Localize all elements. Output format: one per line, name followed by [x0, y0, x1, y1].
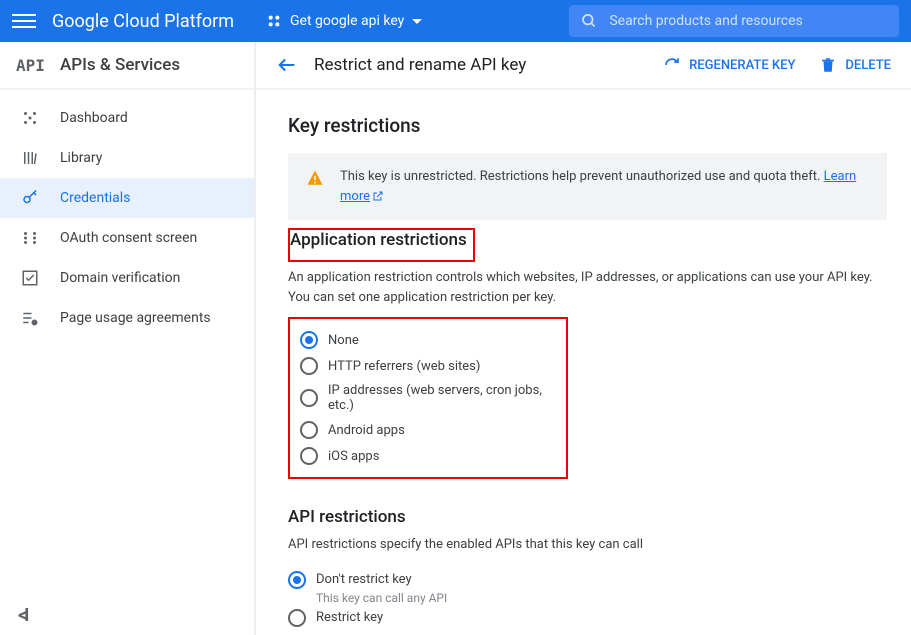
page-title: Restrict and rename API key [314, 55, 647, 75]
regenerate-label: REGENERATE KEY [689, 58, 795, 73]
trash-icon [819, 56, 837, 74]
radio-dont-restrict[interactable]: Don't restrict key [288, 567, 887, 593]
radio-label: None [328, 333, 359, 348]
consent-icon [20, 228, 40, 248]
warning-text: This key is unrestricted. Restrictions h… [340, 167, 869, 206]
radio-icon [300, 331, 318, 349]
radio-ios[interactable]: iOS apps [300, 443, 556, 469]
project-dots-icon [266, 13, 282, 29]
app-restrictions-radio-group: None HTTP referrers (web sites) IP addre… [300, 327, 556, 469]
main: Restrict and rename API key REGENERATE K… [256, 42, 911, 635]
search-input[interactable] [609, 13, 887, 29]
radio-android[interactable]: Android apps [300, 417, 556, 443]
radio-label: IP addresses (web servers, cron jobs, et… [328, 383, 556, 413]
sidebar-item-usage[interactable]: Page usage agreements [0, 298, 254, 338]
radio-sublabel: This key can call any API [316, 591, 887, 605]
sidebar-item-credentials[interactable]: Credentials [0, 178, 254, 218]
api-logo-icon: API [16, 56, 44, 75]
regenerate-button[interactable]: REGENERATE KEY [663, 56, 795, 74]
agreement-icon [20, 308, 40, 328]
sidebar-nav: Dashboard Library Credentials OAuth cons… [0, 90, 254, 595]
sidebar-item-library[interactable]: Library [0, 138, 254, 178]
radio-label: Android apps [328, 423, 405, 438]
collapse-sidebar-icon[interactable]: <I [18, 605, 26, 626]
search-icon [581, 12, 597, 30]
sidebar-item-oauth[interactable]: OAuth consent screen [0, 218, 254, 258]
sidebar-item-domain[interactable]: Domain verification [0, 258, 254, 298]
radio-icon [300, 447, 318, 465]
radio-icon [288, 609, 306, 627]
topbar: Google Cloud Platform Get google api key [0, 0, 911, 42]
sidebar: API APIs & Services Dashboard Library Cr… [0, 42, 256, 635]
nav-label: OAuth consent screen [60, 230, 197, 246]
nav-label: Credentials [60, 190, 130, 206]
dashboard-icon [20, 108, 40, 128]
sidebar-footer: <I [0, 595, 254, 635]
nav-label: Dashboard [60, 110, 128, 126]
check-box-icon [20, 268, 40, 288]
external-link-icon [372, 190, 384, 202]
radio-icon [300, 421, 318, 439]
sidebar-title: APIs & Services [60, 55, 180, 75]
radio-label: Restrict key [316, 610, 383, 625]
radio-icon [300, 357, 318, 375]
api-restrictions-radio-group: Don't restrict key This key can call any… [288, 567, 887, 631]
app-restrictions-heading: Application restrictions [290, 230, 467, 250]
nav-label: Page usage agreements [60, 310, 211, 326]
app-restrictions-highlight: Application restrictions [288, 228, 475, 262]
api-restrictions-heading: API restrictions [288, 507, 406, 527]
delete-button[interactable]: DELETE [819, 56, 891, 74]
radio-http-referrers[interactable]: HTTP referrers (web sites) [300, 353, 556, 379]
key-icon [20, 188, 40, 208]
radio-icon [300, 389, 318, 407]
refresh-icon [663, 56, 681, 74]
page-header: Restrict and rename API key REGENERATE K… [256, 42, 911, 90]
app-restrictions-desc: An application restriction controls whic… [288, 268, 887, 307]
radio-ip-addresses[interactable]: IP addresses (web servers, cron jobs, et… [300, 379, 556, 417]
delete-label: DELETE [845, 58, 891, 73]
hamburger-menu-icon[interactable] [12, 9, 36, 33]
content: Key restrictions This key is unrestricte… [256, 90, 911, 635]
api-restrictions-desc: API restrictions specify the enabled API… [288, 535, 887, 555]
radio-icon [288, 571, 306, 589]
search-box[interactable] [569, 5, 899, 37]
radio-label: Don't restrict key [316, 572, 412, 587]
nav-label: Library [60, 150, 102, 166]
radio-none[interactable]: None [300, 327, 556, 353]
sidebar-header: API APIs & Services [0, 42, 254, 90]
radio-label: iOS apps [328, 449, 379, 464]
radio-restrict[interactable]: Restrict key [288, 605, 887, 631]
back-arrow-icon[interactable] [276, 54, 298, 76]
app-options-highlight: None HTTP referrers (web sites) IP addre… [288, 317, 568, 479]
project-name: Get google api key [290, 13, 404, 29]
key-restrictions-heading: Key restrictions [288, 114, 887, 137]
warning-icon [306, 169, 324, 187]
sidebar-item-dashboard[interactable]: Dashboard [0, 98, 254, 138]
chevron-down-icon [412, 19, 422, 24]
nav-label: Domain verification [60, 270, 180, 286]
warning-box: This key is unrestricted. Restrictions h… [288, 153, 887, 220]
library-icon [20, 148, 40, 168]
radio-label: HTTP referrers (web sites) [328, 359, 480, 374]
gcp-logo: Google Cloud Platform [52, 11, 234, 32]
project-selector[interactable]: Get google api key [258, 9, 430, 33]
